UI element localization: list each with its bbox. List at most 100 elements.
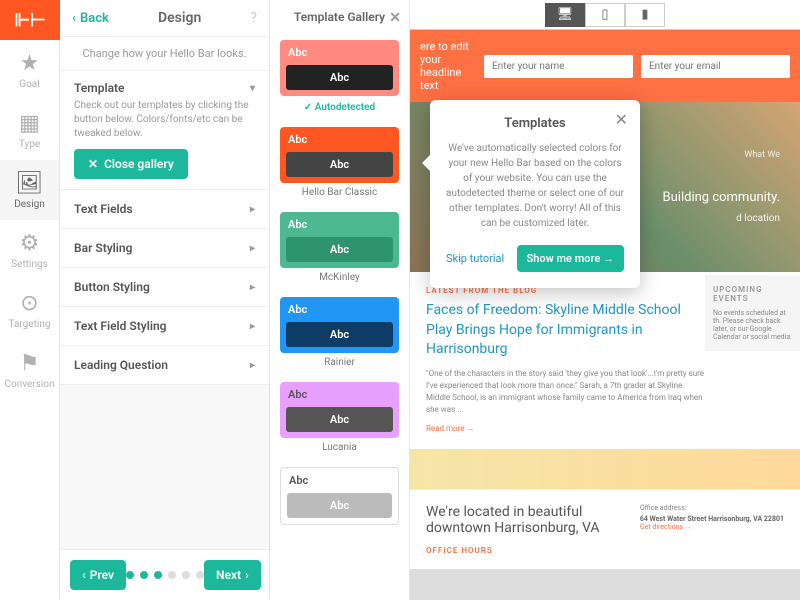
nav-rail: ⊩⊢ ★ Goal ▦ Type 🖼 Design ⚙ Settings ⊙ T…: [0, 0, 60, 600]
nav-item-type[interactable]: ▦ Type: [0, 100, 59, 160]
template-card[interactable]: AbcAbc: [280, 382, 399, 438]
row-text-field-styling[interactable]: Text Field Styling ▸: [60, 307, 269, 346]
chevron-right-icon: ▸: [250, 243, 255, 254]
logo[interactable]: ⊩⊢: [0, 0, 60, 40]
preview-area: 🖥 ▯ ▮ ere to edit your headline text Wha…: [410, 0, 800, 600]
template-sample-top: Abc: [280, 297, 399, 320]
email-input[interactable]: [641, 55, 790, 78]
template-sample-top: Abc: [280, 40, 399, 63]
device-mobile-button[interactable]: ▮: [625, 3, 665, 27]
dot-4[interactable]: [168, 571, 176, 579]
nav-label: Targeting: [9, 319, 51, 330]
help-icon[interactable]: ?: [250, 10, 257, 26]
template-sample-top: Abc: [280, 127, 399, 150]
template-card[interactable]: AbcAbc: [280, 212, 399, 268]
nav-label: Goal: [19, 79, 39, 90]
template-card[interactable]: AbcAbc: [280, 467, 399, 525]
close-gallery-button[interactable]: ✕ Close gallery: [74, 149, 188, 179]
star-icon: ★: [20, 51, 40, 76]
row-label: Button Styling: [74, 280, 150, 294]
dot-2[interactable]: [140, 571, 148, 579]
dot-6[interactable]: [196, 571, 204, 579]
template-section-head[interactable]: Template ▾: [74, 81, 255, 95]
template-sample-top: Abc: [281, 468, 398, 491]
address-text: 64 West Water Street Harrisonburg, VA 22…: [640, 515, 784, 523]
chevron-left-icon: ‹: [82, 568, 86, 582]
template-card[interactable]: AbcAbc: [280, 297, 399, 353]
row-label: Text Field Styling: [74, 319, 166, 333]
template-card[interactable]: AbcAbc: [280, 40, 399, 96]
autodetected-label: ✓ Autodetected: [270, 98, 409, 121]
panel-description: Change how your Hello Bar looks.: [60, 37, 269, 71]
hello-bar-preview: ere to edit your headline text: [410, 30, 800, 102]
nav-item-targeting[interactable]: ⊙ Targeting: [0, 280, 59, 340]
template-card[interactable]: AbcAbc: [280, 127, 399, 183]
dot-5[interactable]: [182, 571, 190, 579]
device-tablet-button[interactable]: ▯: [585, 3, 625, 27]
template-sample-bottom: Abc: [286, 237, 393, 262]
template-name-label: Hello Bar Classic: [270, 185, 409, 206]
grid-icon: ▦: [19, 111, 40, 136]
nav-item-settings[interactable]: ⚙ Settings: [0, 220, 59, 280]
image-icon: 🖼: [16, 171, 44, 196]
templates-popover: ✕ Templates We've automatically selected…: [430, 100, 640, 288]
nav-label: Type: [19, 139, 40, 150]
name-input[interactable]: [484, 55, 633, 78]
events-label: UPCOMING EVENTS: [713, 285, 792, 303]
row-button-styling[interactable]: Button Styling ▸: [60, 268, 269, 307]
map-graphic: [410, 449, 800, 489]
nav-item-design[interactable]: 🖼 Design: [0, 160, 59, 220]
row-leading-question[interactable]: Leading Question ▸: [60, 346, 269, 385]
template-sample-bottom: Abc: [287, 493, 392, 518]
device-toolbar: 🖥 ▯ ▮: [410, 0, 800, 30]
template-gallery[interactable]: Template Gallery ✕ AbcAbc✓ AutodetectedA…: [270, 0, 410, 600]
gallery-close-icon[interactable]: ✕: [389, 10, 401, 26]
prev-label: Prev: [90, 568, 114, 582]
sliders-icon: ⚙: [20, 231, 40, 256]
nav-label: Design: [14, 199, 45, 210]
dot-1[interactable]: [126, 571, 134, 579]
panel-title: Design: [109, 10, 250, 26]
blog-post-title: Faces of Freedom: Skyline Middle School …: [426, 301, 686, 360]
prev-button[interactable]: ‹ Prev: [70, 560, 126, 590]
headline-text[interactable]: ere to edit your headline text: [420, 40, 476, 92]
popover-close-icon[interactable]: ✕: [615, 110, 628, 129]
gallery-header: Template Gallery ✕: [270, 0, 409, 34]
template-name-label: [270, 527, 409, 537]
close-gallery-label: Close gallery: [104, 157, 174, 171]
hero-text: What We Building community. d location: [663, 150, 780, 224]
back-link[interactable]: ‹ Back: [72, 11, 109, 26]
check-icon: ✓: [304, 102, 312, 113]
location-section: We're located in beautiful downtown Harr…: [410, 489, 800, 569]
chevron-right-icon: ▸: [250, 282, 255, 293]
nav-label: Conversion: [4, 379, 54, 390]
device-desktop-button[interactable]: 🖥: [545, 3, 585, 27]
chevron-right-icon: ▸: [250, 321, 255, 332]
events-text: No events scheduled at th. Please check …: [713, 309, 792, 341]
chevron-right-icon: ▸: [250, 204, 255, 215]
template-sample-bottom: Abc: [286, 407, 393, 432]
chevron-right-icon: ›: [245, 568, 249, 582]
chevron-right-icon: ▸: [250, 360, 255, 371]
location-title: We're located in beautiful downtown Harr…: [426, 504, 626, 536]
row-label: Leading Question: [74, 358, 168, 372]
dot-3[interactable]: [154, 571, 162, 579]
row-text-fields[interactable]: Text Fields ▸: [60, 190, 269, 229]
skip-tutorial-link[interactable]: Skip tutorial: [446, 252, 504, 265]
pager: ‹ Prev Next ›: [60, 549, 269, 600]
popover-title: Templates: [446, 116, 624, 131]
tablet-icon: ▯: [601, 7, 608, 22]
directions-link: Get directions →: [640, 523, 692, 531]
row-bar-styling[interactable]: Bar Styling ▸: [60, 229, 269, 268]
mobile-icon: ▮: [641, 7, 648, 22]
show-more-button[interactable]: Show me more →: [517, 245, 624, 272]
template-sample-bottom: Abc: [286, 152, 393, 177]
step-dots: [126, 571, 204, 579]
panel-header: ‹ Back Design ?: [60, 0, 269, 37]
nav-item-conversion[interactable]: ⚑ Conversion: [0, 340, 59, 400]
nav-item-goal[interactable]: ★ Goal: [0, 40, 59, 100]
hero-location: d location: [663, 213, 780, 224]
next-button[interactable]: Next ›: [204, 560, 261, 590]
desktop-icon: 🖥: [557, 7, 574, 22]
template-sample-bottom: Abc: [286, 65, 393, 90]
